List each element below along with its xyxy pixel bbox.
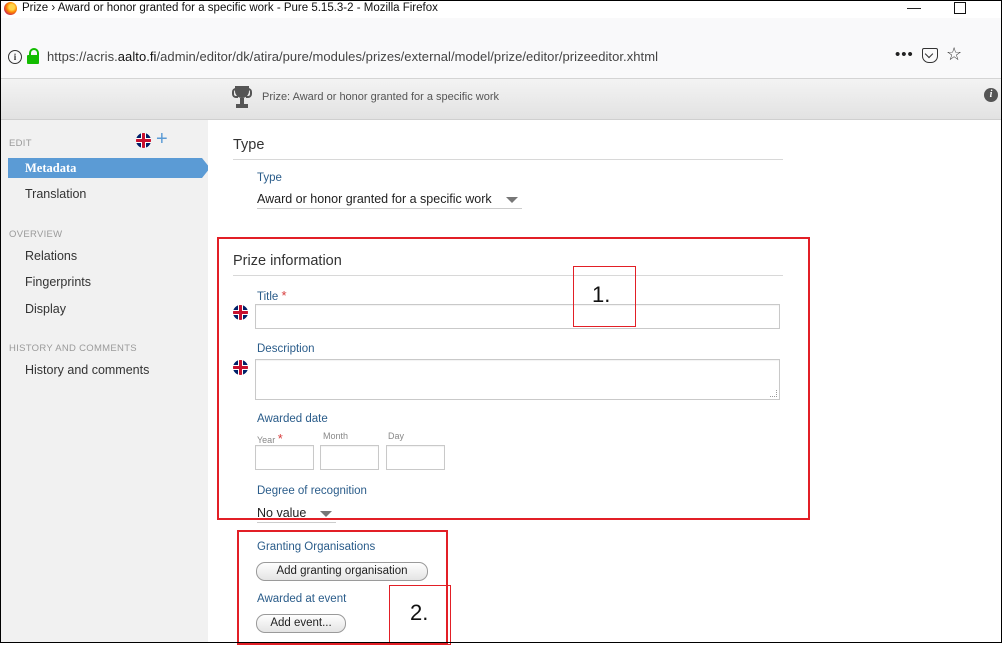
annotation-box-1 bbox=[217, 237, 810, 520]
url-prefix: https://acris. bbox=[47, 49, 118, 64]
add-language-icon[interactable]: + bbox=[156, 129, 168, 149]
url-path: /admin/editor/dk/atira/pure/modules/priz… bbox=[156, 49, 659, 64]
sidebar-header-history: HISTORY AND COMMENTS bbox=[9, 343, 137, 354]
sidebar-header-edit: EDIT bbox=[9, 138, 32, 149]
maximize-button[interactable] bbox=[954, 2, 966, 14]
right-margin bbox=[805, 120, 1002, 643]
url-input[interactable]: https://acris.aalto.fi/admin/editor/dk/a… bbox=[47, 49, 658, 64]
type-label: Type bbox=[257, 172, 282, 184]
type-select-value: Award or honor granted for a specific wo… bbox=[257, 192, 492, 206]
bookmark-star-icon[interactable]: ☆ bbox=[946, 44, 962, 65]
minimize-button[interactable]: — bbox=[904, 0, 924, 16]
help-icon[interactable]: i bbox=[984, 88, 998, 102]
annotation-label-1: 1. bbox=[592, 282, 611, 307]
sidebar-item-history[interactable]: History and comments bbox=[25, 363, 149, 377]
window-title: Prize › Award or honor granted for a spe… bbox=[22, 2, 438, 14]
sidebar-item-relations[interactable]: Relations bbox=[25, 249, 77, 263]
sidebar-item-label[interactable]: Metadata bbox=[25, 161, 76, 176]
page-title: Prize: Award or honor granted for a spec… bbox=[262, 91, 500, 103]
window-titlebar: Prize › Award or honor granted for a spe… bbox=[0, 0, 1002, 19]
uk-flag-icon[interactable] bbox=[136, 133, 151, 148]
url-host: aalto.fi bbox=[117, 49, 157, 64]
sidebar-item-display[interactable]: Display bbox=[25, 302, 66, 316]
section-divider bbox=[233, 159, 783, 160]
trophy-icon bbox=[232, 86, 252, 110]
sidebar-item-fingerprints[interactable]: Fingerprints bbox=[25, 275, 91, 289]
type-select[interactable]: Award or honor granted for a specific wo… bbox=[257, 192, 522, 209]
site-info-icon[interactable]: i bbox=[8, 50, 22, 64]
chevron-down-icon bbox=[505, 196, 518, 203]
app-header-bar bbox=[0, 79, 1002, 120]
lock-icon[interactable] bbox=[26, 48, 40, 64]
sidebar-header-overview: OVERVIEW bbox=[9, 229, 63, 240]
toolbar-spacer bbox=[0, 18, 1002, 40]
firefox-logo-icon bbox=[4, 2, 17, 15]
pocket-icon[interactable] bbox=[922, 48, 938, 63]
sidebar-item-translation[interactable]: Translation bbox=[25, 187, 86, 201]
page-actions-menu-icon[interactable]: ••• bbox=[895, 46, 914, 63]
annotation-label-2: 2. bbox=[410, 600, 429, 625]
section-title-type: Type bbox=[233, 137, 265, 153]
